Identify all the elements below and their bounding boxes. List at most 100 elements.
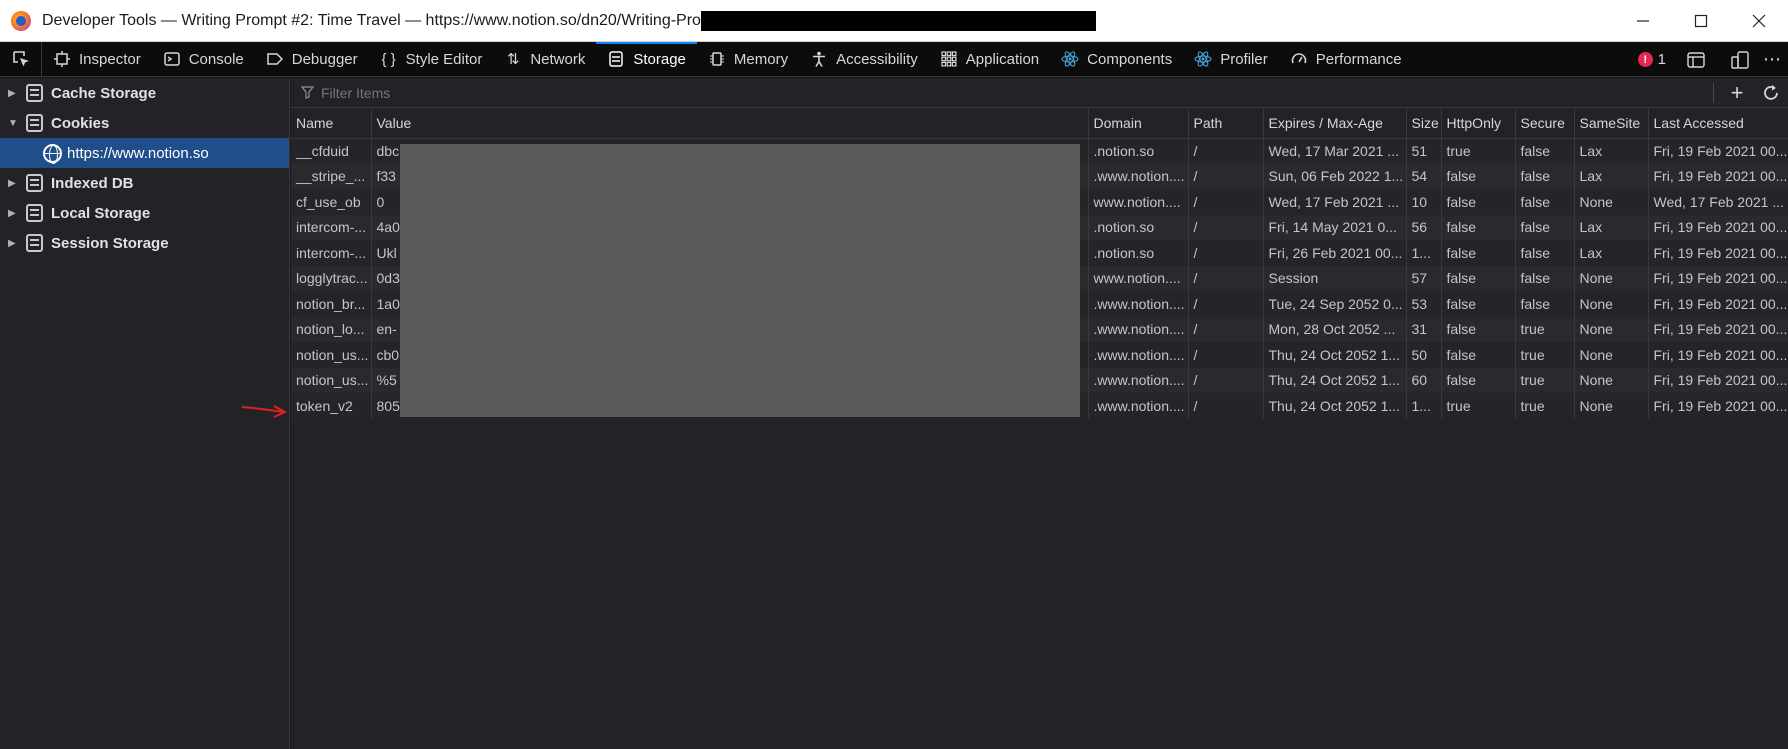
cell-expires[interactable]: Wed, 17 Mar 2021 ... [1263, 138, 1407, 164]
expand-icon[interactable]: ▶ [8, 238, 20, 249]
cell-size[interactable]: 31 [1406, 316, 1442, 342]
expand-icon[interactable]: ▶ [8, 178, 20, 189]
cell-expires[interactable]: Fri, 14 May 2021 0... [1263, 214, 1407, 240]
cell-httponly[interactable]: true [1441, 393, 1516, 419]
cell-last-accessed[interactable]: Fri, 19 Feb 2021 00... [1648, 138, 1788, 164]
cell-name[interactable]: intercom-... [291, 214, 372, 240]
cell-secure[interactable]: false [1515, 138, 1575, 164]
cell-name[interactable]: notion_br... [291, 291, 372, 317]
column-header-last-accessed[interactable]: Last Accessed [1648, 108, 1788, 139]
cell-httponly[interactable]: false [1441, 316, 1516, 342]
cell-samesite[interactable]: None [1574, 189, 1649, 215]
cell-secure[interactable]: false [1515, 240, 1575, 266]
close-button[interactable] [1730, 0, 1788, 42]
cell-path[interactable]: / [1188, 393, 1264, 419]
cell-httponly[interactable]: false [1441, 214, 1516, 240]
menu-button[interactable]: ⋯ [1756, 42, 1788, 77]
cell-size[interactable]: 53 [1406, 291, 1442, 317]
cell-size[interactable]: 50 [1406, 342, 1442, 368]
cell-domain[interactable]: .www.notion.... [1088, 342, 1189, 368]
refresh-button[interactable] [1754, 78, 1788, 108]
cell-httponly[interactable]: true [1441, 138, 1516, 164]
filter-input[interactable] [321, 84, 721, 101]
cell-path[interactable]: / [1188, 316, 1264, 342]
column-header-httponly[interactable]: HttpOnly [1441, 108, 1516, 139]
add-item-button[interactable]: + [1720, 78, 1754, 108]
cell-path[interactable]: / [1188, 138, 1264, 164]
cell-last-accessed[interactable]: Fri, 19 Feb 2021 00... [1648, 214, 1788, 240]
column-header-domain[interactable]: Domain [1088, 108, 1189, 139]
column-header-name[interactable]: Name [291, 108, 372, 139]
cell-expires[interactable]: Tue, 24 Sep 2052 0... [1263, 291, 1407, 317]
cell-size[interactable]: 51 [1406, 138, 1442, 164]
cell-secure[interactable]: false [1515, 291, 1575, 317]
maximize-button[interactable] [1672, 0, 1730, 42]
cell-name[interactable]: cf_use_ob [291, 189, 372, 215]
expand-icon[interactable]: ▶ [8, 88, 20, 99]
sidebar-item-cookies[interactable]: ▼ Cookies [0, 108, 289, 138]
cell-expires[interactable]: Wed, 17 Feb 2021 ... [1263, 189, 1407, 215]
tab-profiler[interactable]: Profiler [1183, 42, 1279, 77]
cell-httponly[interactable]: false [1441, 189, 1516, 215]
cell-name[interactable]: notion_us... [291, 342, 372, 368]
tab-console[interactable]: Console [152, 42, 255, 77]
cell-name[interactable]: __stripe_... [291, 163, 372, 189]
tab-debugger[interactable]: Debugger [255, 42, 369, 77]
cell-path[interactable]: / [1188, 163, 1264, 189]
cell-size[interactable]: 54 [1406, 163, 1442, 189]
cell-expires[interactable]: Mon, 28 Oct 2052 ... [1263, 316, 1407, 342]
cell-name[interactable]: notion_us... [291, 367, 372, 393]
cell-name[interactable]: __cfduid [291, 138, 372, 164]
cell-httponly[interactable]: false [1441, 342, 1516, 368]
cell-expires[interactable]: Thu, 24 Oct 2052 1... [1263, 367, 1407, 393]
cell-expires[interactable]: Thu, 24 Oct 2052 1... [1263, 393, 1407, 419]
cell-samesite[interactable]: Lax [1574, 138, 1649, 164]
column-header-expires[interactable]: Expires / Max-Age [1263, 108, 1407, 139]
cell-domain[interactable]: .www.notion.... [1088, 291, 1189, 317]
collapse-icon[interactable]: ▼ [8, 118, 20, 129]
cell-secure[interactable]: true [1515, 393, 1575, 419]
column-header-value[interactable]: Value [371, 108, 1089, 139]
cell-domain[interactable]: .notion.so [1088, 138, 1189, 164]
cell-last-accessed[interactable]: Fri, 19 Feb 2021 00... [1648, 291, 1788, 317]
cell-secure[interactable]: false [1515, 163, 1575, 189]
sidebar-item-local-storage[interactable]: ▶ Local Storage [0, 198, 289, 228]
cell-domain[interactable]: .notion.so [1088, 240, 1189, 266]
cell-secure[interactable]: false [1515, 265, 1575, 291]
error-count-badge[interactable]: ! 1 [1637, 51, 1666, 68]
cell-last-accessed[interactable]: Fri, 19 Feb 2021 00... [1648, 393, 1788, 419]
responsive-design-button[interactable] [1724, 42, 1756, 77]
cell-domain[interactable]: .notion.so [1088, 214, 1189, 240]
cell-last-accessed[interactable]: Fri, 19 Feb 2021 00... [1648, 240, 1788, 266]
cell-size[interactable]: 1... [1406, 393, 1442, 419]
cell-path[interactable]: / [1188, 367, 1264, 393]
cell-samesite[interactable]: Lax [1574, 240, 1649, 266]
cell-domain[interactable]: www.notion.... [1088, 265, 1189, 291]
sidebar-item-session-storage[interactable]: ▶ Session Storage [0, 228, 289, 258]
cell-name[interactable]: token_v2 [291, 393, 372, 419]
cell-path[interactable]: / [1188, 214, 1264, 240]
element-picker-button[interactable] [0, 41, 42, 77]
cell-domain[interactable]: .www.notion.... [1088, 316, 1189, 342]
tab-network[interactable]: ⇅ Network [493, 42, 596, 77]
cell-secure[interactable]: false [1515, 189, 1575, 215]
cell-size[interactable]: 10 [1406, 189, 1442, 215]
cell-last-accessed[interactable]: Fri, 19 Feb 2021 00... [1648, 342, 1788, 368]
cell-last-accessed[interactable]: Wed, 17 Feb 2021 ... [1648, 189, 1788, 215]
cell-secure[interactable]: true [1515, 316, 1575, 342]
cell-path[interactable]: / [1188, 189, 1264, 215]
cell-secure[interactable]: true [1515, 342, 1575, 368]
sidebar-item-cache-storage[interactable]: ▶ Cache Storage [0, 78, 289, 108]
column-header-secure[interactable]: Secure [1515, 108, 1575, 139]
cell-domain[interactable]: .www.notion.... [1088, 163, 1189, 189]
tab-style-editor[interactable]: { } Style Editor [369, 42, 494, 77]
cell-last-accessed[interactable]: Fri, 19 Feb 2021 00... [1648, 265, 1788, 291]
cell-path[interactable]: / [1188, 240, 1264, 266]
sidebar-item-notion-cookies[interactable]: https://www.notion.so [0, 138, 289, 168]
cell-expires[interactable]: Sun, 06 Feb 2022 1... [1263, 163, 1407, 189]
sidebar-item-indexed-db[interactable]: ▶ Indexed DB [0, 168, 289, 198]
cell-httponly[interactable]: false [1441, 240, 1516, 266]
cell-httponly[interactable]: false [1441, 291, 1516, 317]
cell-path[interactable]: / [1188, 265, 1264, 291]
cell-last-accessed[interactable]: Fri, 19 Feb 2021 00... [1648, 163, 1788, 189]
